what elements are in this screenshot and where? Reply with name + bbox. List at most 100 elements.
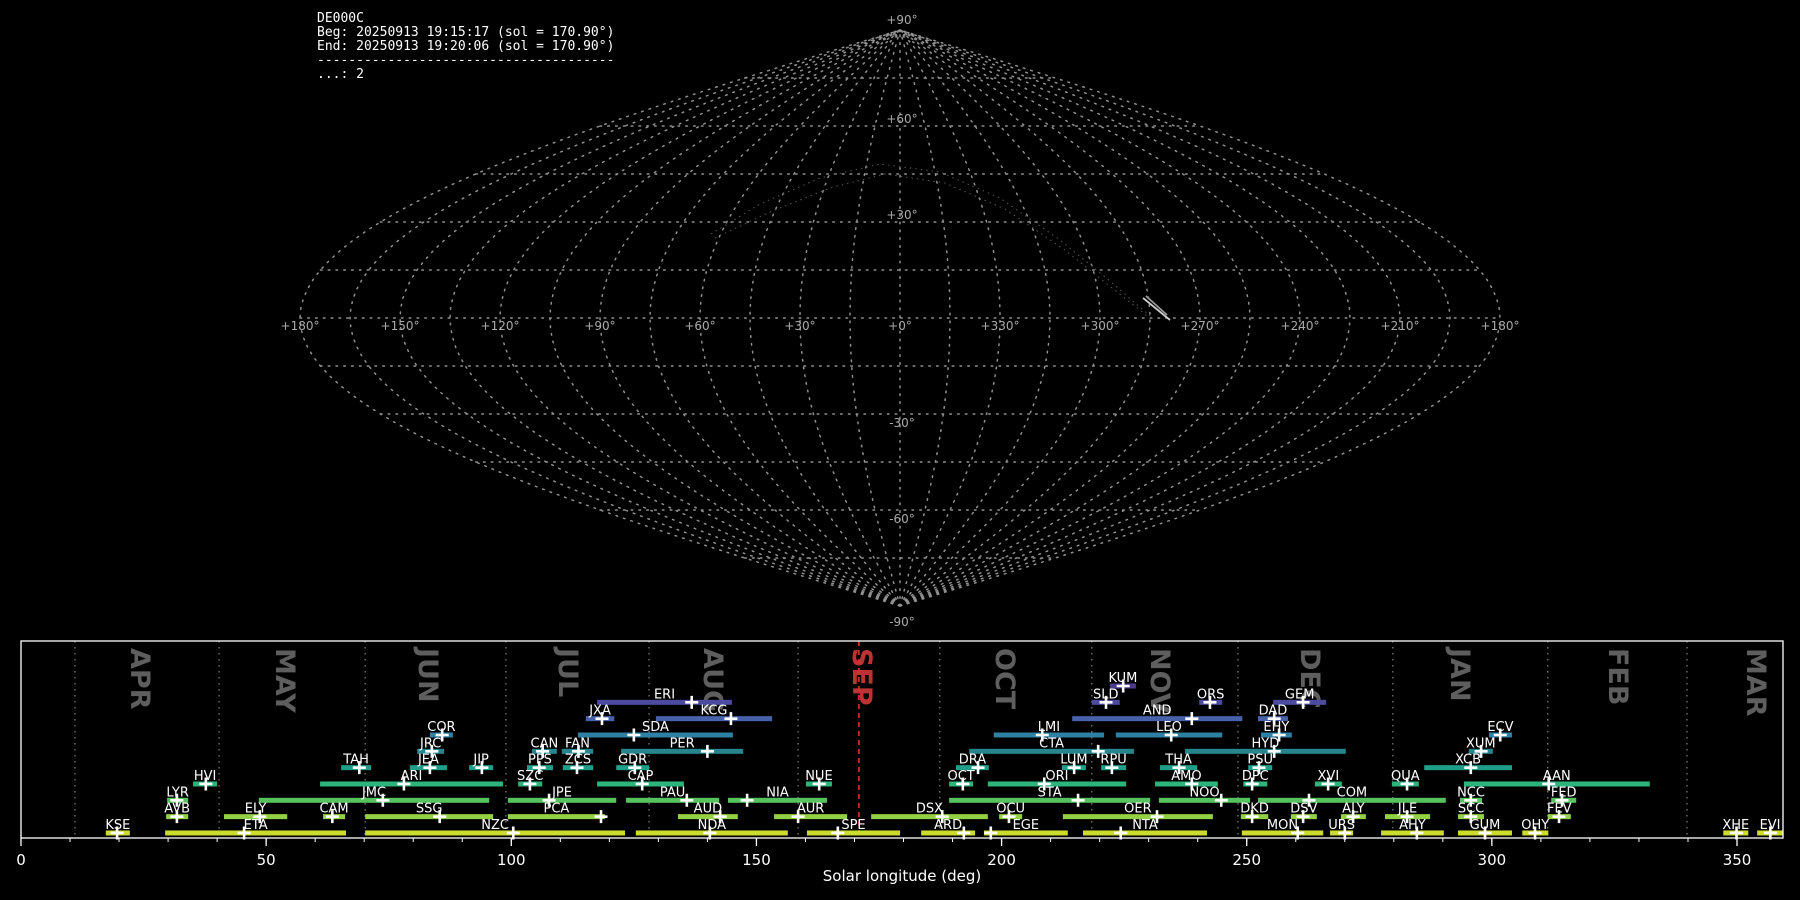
shower-code-label: LEO: [1156, 720, 1182, 735]
shower-peak-marker: [1185, 712, 1199, 726]
shower-code-label: NTA: [1132, 818, 1158, 833]
shower-code-label: AUD: [694, 802, 722, 817]
shower-code-label: RPU: [1100, 753, 1126, 768]
shower-code-label: EGE: [1013, 818, 1040, 833]
shower-code-label: AUR: [797, 802, 824, 817]
shower-code-label: NOO: [1189, 785, 1219, 800]
sky-longitude-label: +180°: [1481, 319, 1520, 333]
shower-code-label: COM: [1337, 785, 1368, 800]
shower-peak-marker: [594, 810, 608, 824]
month-label: JAN: [1444, 646, 1475, 702]
shower-code-label: AAN: [1543, 769, 1571, 784]
shower-code-label: SDA: [642, 720, 669, 735]
shower-code-label: OER: [1124, 802, 1151, 817]
x-axis-tick-label: 100: [497, 851, 526, 869]
sky-longitude-label: +180°: [281, 319, 320, 333]
month-label: JUL: [552, 646, 583, 697]
shower-code-label: AHY: [1399, 818, 1426, 833]
x-axis-title: Solar longitude (deg): [823, 867, 981, 885]
month-label: MAY: [269, 648, 300, 713]
shower-code-label: CAM: [319, 802, 348, 817]
shower-code-label: DRA: [959, 753, 987, 768]
shower-code-label: GEM: [1285, 687, 1315, 702]
shower-code-label: KCG: [701, 704, 728, 719]
month-label: APR: [124, 648, 155, 710]
sky-longitude-label: +300°: [1081, 319, 1120, 333]
sky-latitude-label: -30°: [889, 416, 915, 430]
station-id: DE000C: [317, 11, 364, 26]
shower-code-label: NDA: [698, 818, 727, 833]
x-axis-tick-label: 350: [1723, 851, 1752, 869]
shower-code-label: PCA: [543, 802, 569, 817]
activity-timeline: APR MAY JUN JUL AUG SEP OCT NOV DEC JAN FEB MARKUME…: [16, 640, 1784, 885]
meteor-trail: [1142, 297, 1171, 321]
shower-code-label: NZC: [481, 818, 509, 833]
shower-peak-marker: [627, 728, 641, 742]
shower-code-label: JPE: [551, 785, 572, 800]
shower-code-label: ELY: [245, 802, 267, 817]
sky-longitude-label: +240°: [1281, 319, 1320, 333]
shower-code-label: TAH: [342, 753, 369, 768]
radiant-map-screen: +180° +150° +120° +90° +60° +30° +0° +330° +300°…: [0, 0, 1800, 900]
month-label: FEB: [1602, 648, 1633, 705]
sky-longitude-label: +150°: [381, 319, 420, 333]
shower-code-label: DSX: [916, 802, 943, 817]
shower-code-label: STA: [1038, 785, 1062, 800]
sky-latitude-label: -90°: [889, 615, 915, 629]
shower-code-label: ORI: [1045, 769, 1068, 784]
shower-code-label: EHY: [1263, 720, 1289, 735]
end-time: End: 20250913 19:20:06 (sol = 170.90°): [317, 39, 615, 54]
begin-time: Beg: 20250913 19:15:17 (sol = 170.90°): [317, 25, 615, 40]
sky-latitude-label: +60°: [886, 112, 917, 126]
detection-count: ...: 2: [317, 67, 364, 82]
shower-code-label: CAN: [531, 736, 559, 751]
month-label: OCT: [989, 648, 1020, 710]
x-axis-tick-label: 50: [257, 851, 276, 869]
sky-longitude-label: +270°: [1181, 319, 1220, 333]
shower-code-label: URS: [1328, 818, 1355, 833]
shower-code-label: CTA: [1039, 736, 1064, 751]
shower-code-label: XCB: [1455, 753, 1481, 768]
x-axis-tick-label: 200: [987, 851, 1016, 869]
shower-code-label: PER: [670, 736, 695, 751]
sky-longitude-label: +120°: [481, 319, 520, 333]
month-label: JUN: [412, 646, 443, 703]
sky-latitude-label: +90°: [886, 13, 917, 27]
shower-code-label: DPC: [1242, 769, 1269, 784]
month-label: MAR: [1740, 648, 1771, 717]
shower-code-label: ETA: [244, 818, 268, 833]
sky-longitude-label: +30°: [784, 319, 815, 333]
shower-code-label: OCT: [947, 769, 974, 784]
x-axis-tick-label: 150: [742, 851, 771, 869]
sky-longitude-label: +330°: [981, 319, 1020, 333]
shower-code-label: AND: [1143, 704, 1172, 719]
shower-code-label: OCU: [996, 802, 1025, 817]
fov-band-curve: [710, 163, 1151, 317]
x-axis-tick-label: 0: [16, 851, 26, 869]
shower-code-label: GDR: [618, 753, 647, 768]
shower-peak-marker: [1071, 793, 1085, 807]
x-axis-tick-label: 250: [1232, 851, 1261, 869]
sky-latitude-label: +30°: [886, 208, 917, 222]
sky-grid-meridian: [899, 29, 1101, 607]
station-info: DE000C Beg: 20250913 19:15:17 (sol = 170…: [317, 12, 614, 82]
shower-peak-marker: [740, 793, 754, 807]
sky-latitude-label: -60°: [889, 512, 915, 526]
shower-peak-marker: [700, 744, 714, 758]
shower-code-label: ARD: [934, 818, 962, 833]
sky-longitude-label: +0°: [888, 319, 912, 333]
shower-code-label: JRC: [419, 736, 441, 751]
shower-code-label: SPE: [841, 818, 865, 833]
sky-map: +180° +150° +120° +90° +60° +30° +0° +330° +300°…: [281, 13, 1520, 629]
shower-code-label: JXA: [588, 704, 611, 719]
fov-band-curve: [714, 173, 1151, 319]
shower-code-label: JEA: [417, 753, 439, 768]
shower-code-label: MON: [1267, 818, 1298, 833]
shower-code-label: FED: [1551, 785, 1577, 800]
sky-longitude-label: +60°: [684, 319, 715, 333]
separator-line: --------------------------------------: [317, 53, 615, 68]
shower-code-label: PAU: [660, 785, 685, 800]
sky-longitude-label: +90°: [584, 319, 615, 333]
x-axis-tick-label: 300: [1478, 851, 1507, 869]
shower-code-label: AMO: [1171, 769, 1201, 784]
